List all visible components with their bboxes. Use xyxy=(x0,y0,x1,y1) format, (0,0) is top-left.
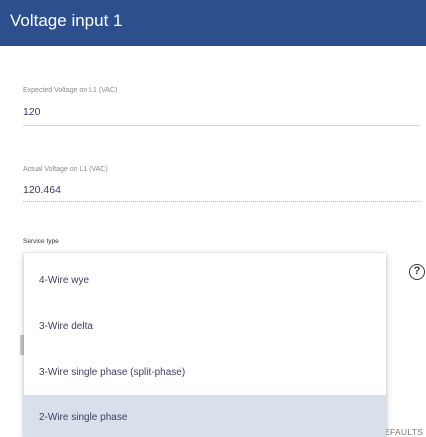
actual-voltage-label: Actual Voltage on L1 (VAC) xyxy=(23,166,108,173)
option-3-wire-single-phase-split[interactable]: 3-Wire single phase (split-phase) xyxy=(24,350,386,395)
expected-voltage-input[interactable]: 120 xyxy=(23,106,41,118)
actual-voltage-value: 120.464 xyxy=(23,184,61,196)
option-3-wire-delta[interactable]: 3-Wire delta xyxy=(24,304,386,349)
actual-voltage-underline xyxy=(23,201,420,202)
option-4-wire-wye[interactable]: 4-Wire wye xyxy=(24,258,386,303)
help-circle-icon[interactable]: ? xyxy=(409,264,425,280)
expected-voltage-underline xyxy=(23,125,420,126)
dialog-header: Voltage input 1 xyxy=(0,0,426,46)
dialog-title: Voltage input 1 xyxy=(10,11,123,30)
restore-defaults-button[interactable]: EFAULTS xyxy=(384,427,423,437)
service-type-label: Service type xyxy=(23,238,59,245)
expected-voltage-label: Expected Voltage on L1 (VAC) xyxy=(23,87,118,94)
option-2-wire-single-phase[interactable]: 2-Wire single phase xyxy=(24,395,386,437)
service-type-dropdown: 4-Wire wye 3-Wire delta 3-Wire single ph… xyxy=(24,253,386,437)
